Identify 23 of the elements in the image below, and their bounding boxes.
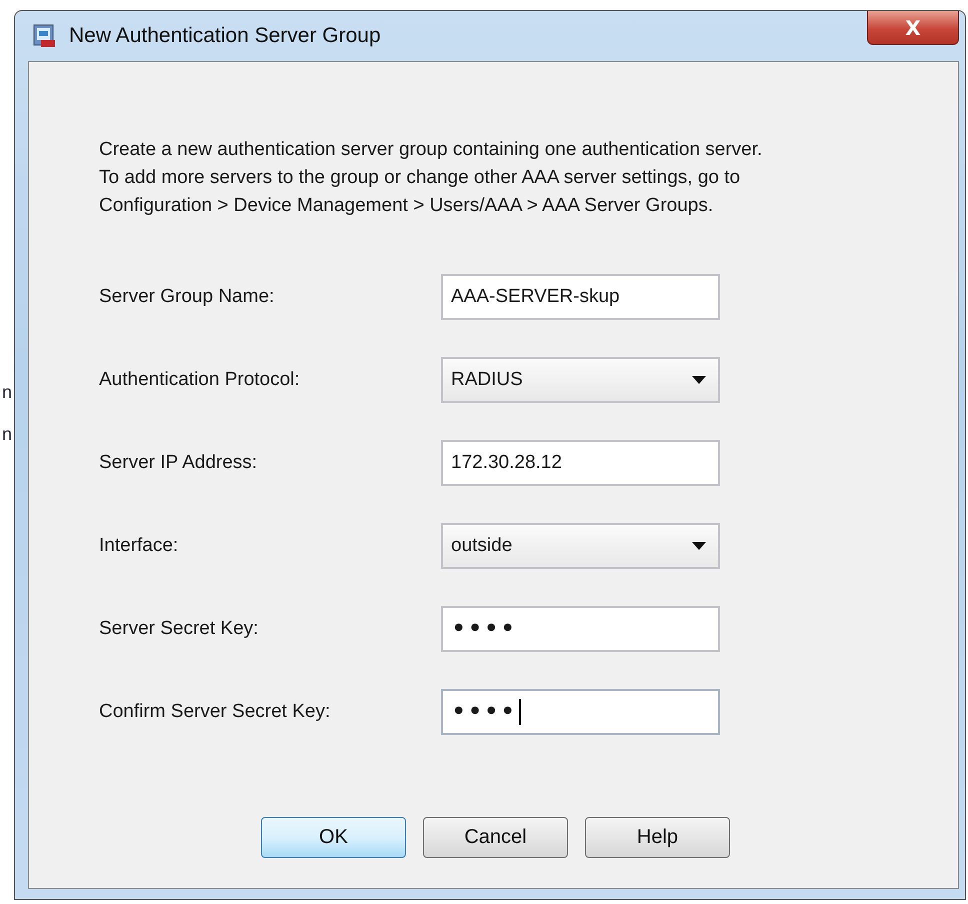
field-label: Authentication Protocol: [99,369,301,391]
field-label: Server IP Address: [99,452,258,474]
caret-icon [692,542,706,550]
field-label: Server Group Name: [99,286,276,308]
app-icon [31,23,57,49]
background-text: n [2,382,12,403]
dialog-button[interactable]: Cancel [423,817,568,858]
field-label: Confirm Server Secret Key: [99,701,332,723]
input-field[interactable]: •••• [441,606,720,652]
dialog-button[interactable]: Help [585,817,730,858]
caret-icon [692,376,706,384]
dialog-button[interactable]: OK [261,817,406,858]
description-text: Create a new authentication server group containing one authentication server. To add more servers to the group or change other AAA server settings, go to Configuration > Device Management > Users/AAA > AAA Server Groups. [99,138,764,218]
window-title: New Authentication Server Group [69,24,381,48]
dropdown[interactable]: RADIUS [441,357,720,403]
input-field[interactable]: 172.30.28.12 [441,440,720,486]
input-field[interactable]: AAA-SERVER-skup [441,274,720,320]
field-label: Interface: [99,535,180,557]
input-field[interactable]: •••• [441,689,720,735]
field-label: Server Secret Key: [99,618,260,640]
dropdown[interactable]: outside [441,523,720,569]
close-button[interactable]: X [867,11,959,45]
background-text: n [2,424,12,445]
